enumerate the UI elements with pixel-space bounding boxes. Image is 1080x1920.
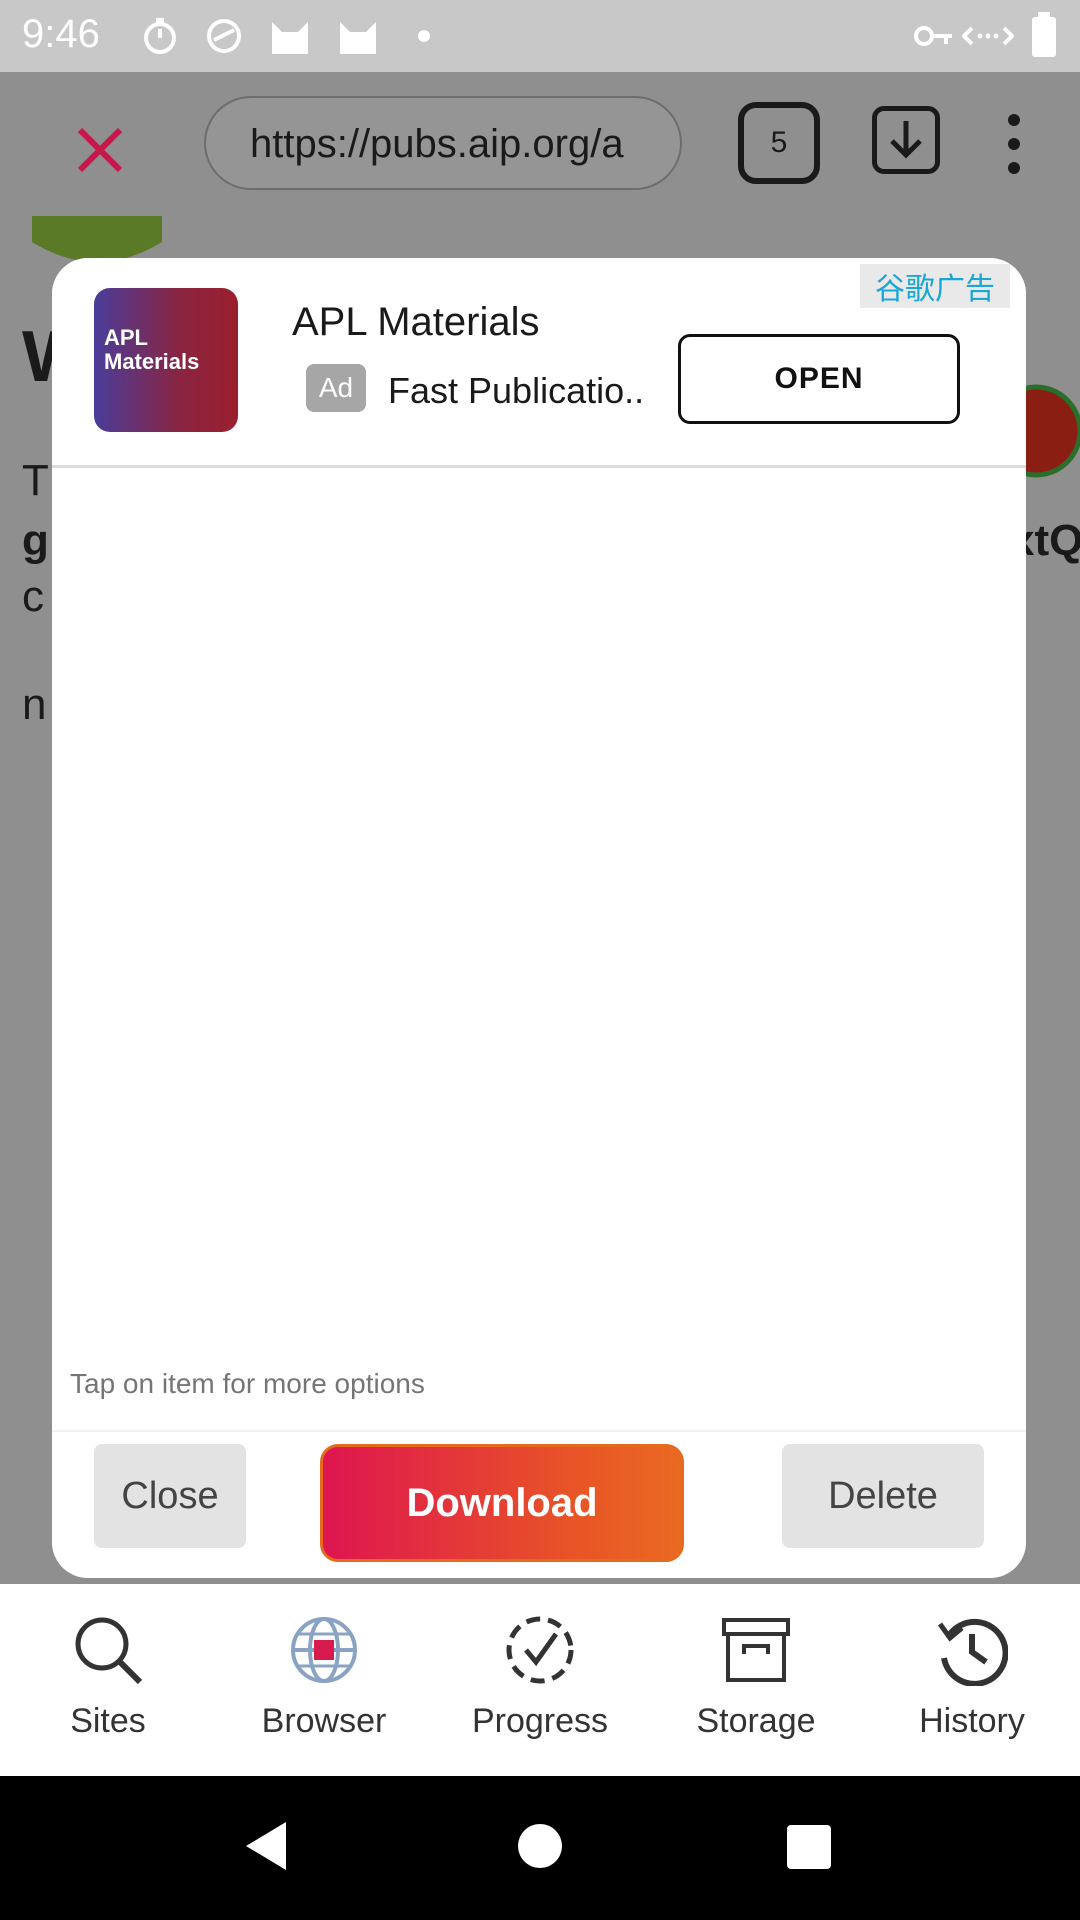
- url-text: https://pubs.aip.org/a: [250, 122, 624, 166]
- more-options-icon[interactable]: [1000, 112, 1028, 176]
- nav-item-browser[interactable]: Browser: [216, 1584, 432, 1776]
- history-icon: [937, 1618, 1008, 1686]
- page-text-fragment: n: [22, 680, 47, 729]
- progress-check-icon: [506, 1616, 574, 1684]
- url-bar[interactable]: https://pubs.aip.org/a: [204, 96, 682, 190]
- download-button[interactable]: Download: [320, 1444, 684, 1562]
- ad-open-button[interactable]: OPEN: [678, 334, 960, 424]
- dot-icon: [418, 30, 430, 42]
- nav-item-sites[interactable]: Sites: [0, 1584, 216, 1776]
- timer-icon: [144, 18, 176, 54]
- search-icon: [75, 1617, 143, 1685]
- nav-item-progress[interactable]: Progress: [432, 1584, 648, 1776]
- archive-box-icon: [722, 1618, 790, 1682]
- back-icon[interactable]: [244, 1820, 288, 1872]
- downloads-button[interactable]: [872, 106, 940, 174]
- vpn-key-icon: [914, 26, 952, 46]
- speed-icon: [207, 19, 241, 53]
- nav-label: Storage: [696, 1702, 816, 1740]
- ad-banner[interactable]: APL Materials 谷歌广告 APL Materials Ad Fast…: [52, 258, 1026, 466]
- home-icon[interactable]: [516, 1822, 564, 1870]
- nav-label: Browser: [261, 1702, 387, 1740]
- nav-label: Progress: [471, 1702, 609, 1740]
- ad-title: APL Materials: [292, 300, 540, 344]
- cat-icon: [272, 22, 308, 54]
- ad-tag: Ad: [306, 364, 366, 412]
- download-list[interactable]: [52, 468, 1026, 1368]
- ad-provider-badge: 谷歌广告: [860, 264, 1010, 308]
- system-navigation-bar: [0, 1776, 1080, 1920]
- ad-logo-line2: Materials: [104, 349, 200, 374]
- download-dialog: APL Materials 谷歌广告 APL Materials Ad Fast…: [52, 258, 1026, 1578]
- page-text-fragment: c: [22, 572, 44, 621]
- ad-app-logo: APL Materials: [94, 288, 238, 432]
- nav-label: Sites: [70, 1702, 146, 1740]
- recents-icon[interactable]: [786, 1824, 832, 1870]
- status-bar: 9:46: [0, 0, 1080, 72]
- nav-item-history[interactable]: History: [864, 1584, 1080, 1776]
- ad-logo-line1: APL: [104, 325, 148, 350]
- browser-toolbar: https://pubs.aip.org/a 5: [0, 72, 1080, 216]
- page-text-fragment: g: [22, 516, 49, 565]
- close-button[interactable]: Close: [94, 1444, 246, 1548]
- data-icon: [962, 26, 1014, 46]
- globe-icon: [291, 1617, 357, 1683]
- hint-text: Tap on item for more options: [70, 1368, 425, 1399]
- bottom-navigation: Sites Browser Progress Storage History: [0, 1584, 1080, 1776]
- tab-count: 5: [770, 126, 788, 159]
- nav-label: History: [919, 1702, 1025, 1740]
- close-icon[interactable]: [70, 120, 130, 180]
- cat-icon: [340, 22, 376, 54]
- tabs-button[interactable]: 5: [738, 102, 820, 184]
- status-time: 9:46: [22, 12, 100, 56]
- delete-button[interactable]: Delete: [782, 1444, 984, 1548]
- ad-subtitle: Fast Publicatio..: [388, 370, 645, 411]
- page-text-fragment: T: [22, 456, 49, 505]
- download-arrow-icon: [890, 121, 922, 159]
- nav-item-storage[interactable]: Storage: [648, 1584, 864, 1776]
- dialog-actions: Close Download Delete: [52, 1430, 1026, 1578]
- battery-icon: [1032, 12, 1056, 57]
